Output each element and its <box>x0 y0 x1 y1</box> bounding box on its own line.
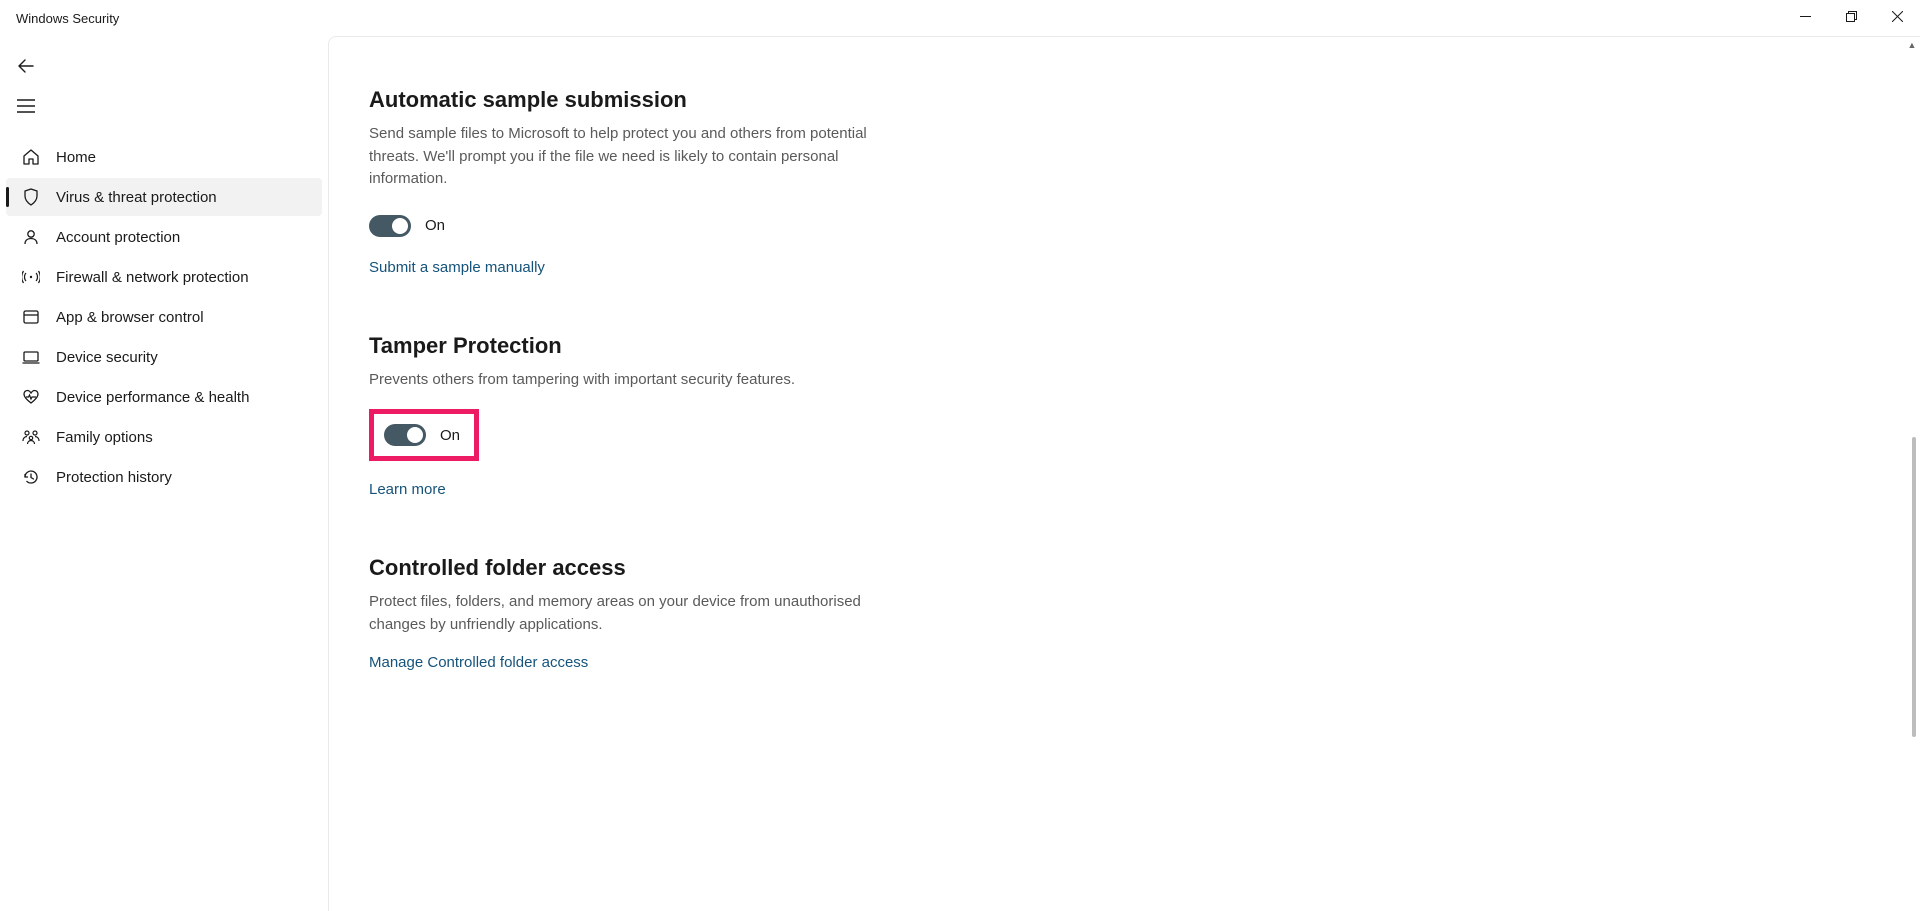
section-title: Tamper Protection <box>369 333 1009 359</box>
hamburger-icon <box>17 99 35 113</box>
home-icon <box>20 146 42 168</box>
section-desc: Protect files, folders, and memory areas… <box>369 591 869 636</box>
nav-item-home[interactable]: Home <box>6 138 322 176</box>
window-title: Windows Security <box>16 11 119 26</box>
section-title: Automatic sample submission <box>369 87 1009 113</box>
section-auto-sample: Automatic sample submission Send sample … <box>369 87 1009 277</box>
nav-item-device-security[interactable]: Device security <box>6 338 322 376</box>
heart-icon <box>20 386 42 408</box>
nav-label: Family options <box>56 429 153 446</box>
close-icon <box>1892 11 1903 22</box>
content-scroll[interactable]: Automatic sample submission Send sample … <box>329 37 1920 911</box>
family-icon <box>20 426 42 448</box>
hamburger-button[interactable] <box>6 88 46 124</box>
nav-label: Device performance & health <box>56 389 249 406</box>
section-desc: Prevents others from tampering with impo… <box>369 369 929 392</box>
link-manage-controlled-folder[interactable]: Manage Controlled folder access <box>369 654 588 671</box>
nav-item-device-performance[interactable]: Device performance & health <box>6 378 322 416</box>
app-browser-icon <box>20 306 42 328</box>
minimize-button[interactable] <box>1782 0 1828 32</box>
nav-item-protection-history[interactable]: Protection history <box>6 458 322 496</box>
sidebar: Home Virus & threat protection Account p… <box>0 36 328 911</box>
nav-label: App & browser control <box>56 309 204 326</box>
section-tamper-protection: Tamper Protection Prevents others from t… <box>369 333 1009 500</box>
nav-label: Firewall & network protection <box>56 269 249 286</box>
nav-label: Virus & threat protection <box>56 189 217 206</box>
maximize-button[interactable] <box>1828 0 1874 32</box>
toggle-state-label: On <box>440 427 460 444</box>
nav-list: Home Virus & threat protection Account p… <box>0 138 328 496</box>
nav-item-family-options[interactable]: Family options <box>6 418 322 456</box>
section-desc: Send sample files to Microsoft to help p… <box>369 123 869 191</box>
nav-item-virus-threat[interactable]: Virus & threat protection <box>6 178 322 216</box>
nav-label: Account protection <box>56 229 180 246</box>
section-title: Controlled folder access <box>369 555 1009 581</box>
back-button[interactable] <box>6 48 46 84</box>
nav-item-account-protection[interactable]: Account protection <box>6 218 322 256</box>
device-security-icon <box>20 346 42 368</box>
nav-label: Device security <box>56 349 158 366</box>
toggle-state-label: On <box>425 217 445 234</box>
nav-label: Home <box>56 149 96 166</box>
link-submit-sample[interactable]: Submit a sample manually <box>369 259 545 276</box>
nav-label: Protection history <box>56 469 172 486</box>
toggle-auto-sample[interactable] <box>369 215 411 237</box>
toggle-tamper-protection[interactable] <box>384 424 426 446</box>
back-arrow-icon <box>17 57 35 75</box>
scrollbar[interactable]: ▲ <box>1904 37 1920 911</box>
nav-item-app-browser[interactable]: App & browser control <box>6 298 322 336</box>
main-panel: Automatic sample submission Send sample … <box>328 36 1920 911</box>
minimize-icon <box>1800 11 1811 22</box>
toggle-row-auto-sample: On <box>369 215 1009 237</box>
section-controlled-folder: Controlled folder access Protect files, … <box>369 555 1009 672</box>
close-button[interactable] <box>1874 0 1920 32</box>
scroll-up-arrow-icon[interactable]: ▲ <box>1906 39 1918 51</box>
maximize-icon <box>1846 11 1857 22</box>
title-bar: Windows Security <box>0 0 1920 36</box>
window-controls <box>1782 0 1920 36</box>
account-icon <box>20 226 42 248</box>
firewall-icon <box>20 266 42 288</box>
highlight-box-tamper-toggle: On <box>369 409 479 461</box>
scroll-thumb[interactable] <box>1912 437 1916 737</box>
shield-icon <box>20 186 42 208</box>
nav-item-firewall[interactable]: Firewall & network protection <box>6 258 322 296</box>
history-icon <box>20 466 42 488</box>
link-learn-more[interactable]: Learn more <box>369 481 446 498</box>
